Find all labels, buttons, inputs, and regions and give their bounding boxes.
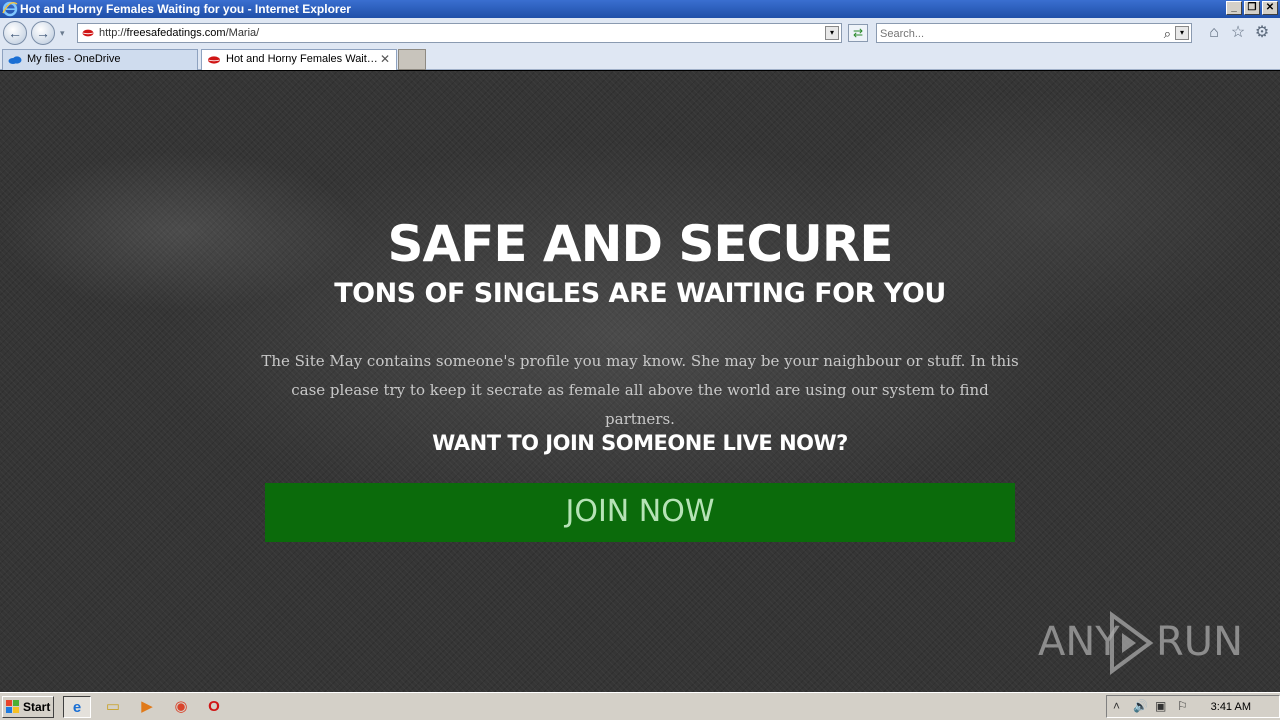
tools-gear-icon[interactable]: ⚙ <box>1253 24 1271 42</box>
page-content: SAFE AND SECURE TONS OF SINGLES ARE WAIT… <box>0 71 1280 692</box>
start-button[interactable]: Start <box>2 696 54 718</box>
show-hidden-icons-icon[interactable]: ˄ <box>1113 699 1120 713</box>
tab-label: My files - OneDrive <box>27 53 121 65</box>
join-now-button[interactable]: JOIN NOW <box>265 483 1015 542</box>
play-triangle-icon <box>1110 611 1154 675</box>
page-title: SAFE AND SECURE <box>387 215 894 273</box>
close-button[interactable]: ✕ <box>1262 1 1278 15</box>
windows-flag-icon <box>6 700 19 713</box>
search-icon[interactable]: ⌕ <box>1164 26 1171 42</box>
onedrive-cloud-icon <box>8 56 22 64</box>
favorites-star-icon[interactable]: ☆ <box>1229 24 1247 42</box>
window-title: Hot and Horny Females Waiting for you - … <box>20 2 351 16</box>
taskbar-file-explorer-icon[interactable]: ▭ <box>99 696 127 718</box>
new-tab-button[interactable] <box>398 49 426 70</box>
network-icon[interactable]: ▣ <box>1155 699 1166 713</box>
home-icon[interactable]: ⌂ <box>1205 24 1223 42</box>
taskbar-chrome-icon[interactable]: ◉ <box>167 696 195 718</box>
tab-active-page[interactable]: Hot and Horny Females Wait… ✕ <box>201 49 397 70</box>
taskbar-media-player-icon[interactable]: ▶ <box>133 696 161 718</box>
taskbar-internet-explorer-icon[interactable]: e <box>63 696 91 718</box>
navigation-bar: ← → ▾ http://freesafedatings.com/Maria/ … <box>0 18 1280 48</box>
join-question: WANT TO JOIN SOMEONE LIVE NOW? <box>432 431 848 455</box>
page-subtitle: TONS OF SINGLES ARE WAITING FOR YOU <box>334 278 946 309</box>
search-box[interactable]: ⌕ ▾ <box>876 23 1192 43</box>
internet-explorer-icon <box>2 1 18 17</box>
close-tab-icon[interactable]: ✕ <box>380 52 390 66</box>
taskbar: Start e ▭ ▶ ◉ O ˄ 🔊 ▣ ⚐ 3:41 AM <box>0 692 1280 720</box>
minimize-button[interactable]: _ <box>1226 1 1242 15</box>
tab-bar: My files - OneDrive Hot and Horny Female… <box>0 48 1280 70</box>
restore-button[interactable]: ❐ <box>1244 1 1260 15</box>
lips-favicon-icon <box>208 56 220 64</box>
action-center-flag-icon[interactable]: ⚐ <box>1177 699 1188 713</box>
forward-button[interactable]: → <box>31 21 55 45</box>
tab-onedrive[interactable]: My files - OneDrive <box>2 49 198 70</box>
description-line: The Site May contains someone's profile … <box>261 352 1019 370</box>
address-dropdown-icon[interactable]: ▾ <box>825 26 839 40</box>
search-input[interactable] <box>880 26 1150 41</box>
watermark-text-right: RUN <box>1156 619 1243 665</box>
compatibility-refresh-button[interactable]: ⇄ <box>848 24 868 42</box>
clock[interactable]: 3:41 AM <box>1211 701 1251 713</box>
start-label: Start <box>23 700 51 714</box>
volume-icon[interactable]: 🔊 <box>1133 699 1148 713</box>
anyrun-watermark: ANY RUN <box>1038 611 1243 675</box>
system-tray: ˄ 🔊 ▣ ⚐ 3:41 AM <box>1106 695 1280 718</box>
search-dropdown-icon[interactable]: ▾ <box>1175 26 1189 40</box>
lips-favicon-icon <box>82 29 94 37</box>
tab-label: Hot and Horny Females Wait… <box>226 53 378 65</box>
page-description: The Site May contains someone's profile … <box>260 347 1020 434</box>
window-titlebar: Hot and Horny Females Waiting for you - … <box>0 0 1280 18</box>
address-bar[interactable]: http://freesafedatings.com/Maria/ ▾ <box>77 23 842 43</box>
address-url[interactable]: http://freesafedatings.com/Maria/ <box>99 27 259 39</box>
taskbar-opera-icon[interactable]: O <box>200 696 228 718</box>
back-button[interactable]: ← <box>3 21 27 45</box>
recent-pages-dropdown-icon[interactable]: ▾ <box>60 28 65 39</box>
description-line: case please try to keep it secrate as fe… <box>291 381 989 428</box>
